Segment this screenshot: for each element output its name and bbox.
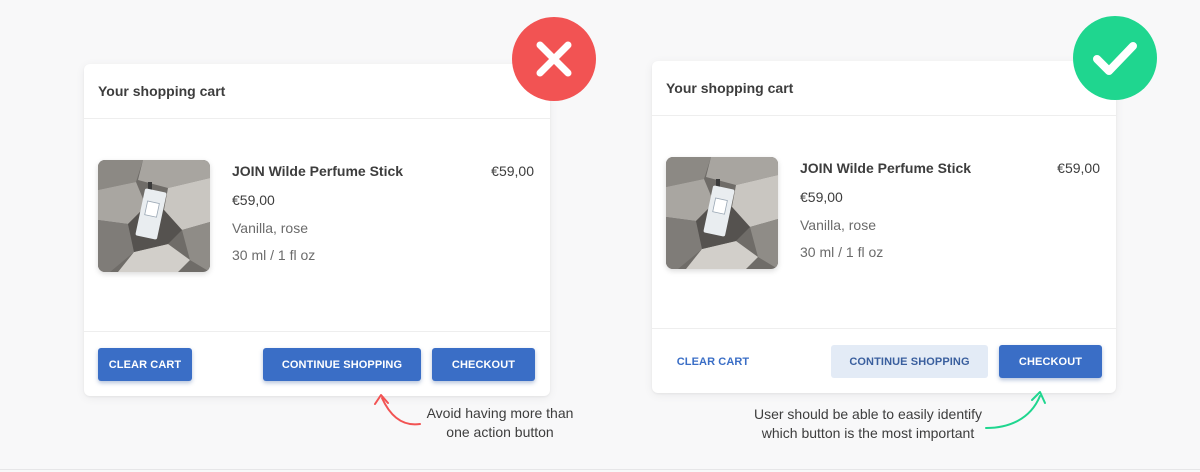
note-line: one action button [446, 424, 554, 440]
product-image [98, 160, 210, 272]
comparison-stage: Your shopping cart JOIN Wilde Perfume St… [0, 0, 1200, 472]
checkout-button[interactable]: CHECKOUT [432, 348, 535, 381]
cart-title: Your shopping cart [98, 83, 226, 99]
shopping-cart-card-right: Your shopping cart JOIN Wilde Perfume St… [652, 61, 1116, 393]
product-variant: Vanilla, rose [232, 220, 309, 236]
product-size: 30 ml / 1 fl oz [800, 244, 884, 260]
product-name[interactable]: JOIN Wilde Perfume Stick [800, 160, 971, 176]
product-size: 30 ml / 1 fl oz [232, 247, 316, 263]
clear-cart-button[interactable]: CLEAR CART [98, 348, 192, 381]
cross-icon [536, 41, 572, 77]
clear-cart-button[interactable]: CLEAR CART [665, 345, 761, 378]
annotation-wrong: Avoid having more than one action button [420, 404, 580, 442]
note-line: Avoid having more than [426, 405, 574, 421]
check-icon [1093, 42, 1137, 75]
continue-shopping-button[interactable]: CONTINUE SHOPPING [263, 348, 421, 381]
continue-shopping-button[interactable]: CONTINUE SHOPPING [831, 345, 988, 378]
correct-badge [1073, 16, 1157, 100]
note-line: User should be able to easily identify [753, 406, 983, 422]
line-total: €59,00 [1057, 160, 1100, 176]
line-total: €59,00 [491, 163, 534, 179]
divider [84, 331, 550, 332]
product-variant: Vanilla, rose [800, 217, 877, 233]
annotation-right: User should be able to easily identify w… [745, 405, 991, 443]
curved-arrow-icon [985, 391, 1046, 429]
shopping-cart-card-wrong: Your shopping cart JOIN Wilde Perfume St… [84, 64, 550, 396]
divider [652, 115, 1116, 116]
cart-title: Your shopping cart [666, 80, 794, 96]
curved-arrow-icon [374, 394, 421, 426]
divider [0, 469, 1200, 470]
product-name[interactable]: JOIN Wilde Perfume Stick [232, 163, 403, 179]
checkout-button[interactable]: CHECKOUT [999, 345, 1102, 378]
product-image [666, 157, 778, 269]
wrong-badge [512, 17, 596, 101]
product-price: €59,00 [800, 189, 843, 205]
divider [652, 328, 1116, 329]
divider [84, 118, 550, 119]
product-price: €59,00 [232, 192, 275, 208]
note-line: which button is the most important [761, 425, 975, 441]
